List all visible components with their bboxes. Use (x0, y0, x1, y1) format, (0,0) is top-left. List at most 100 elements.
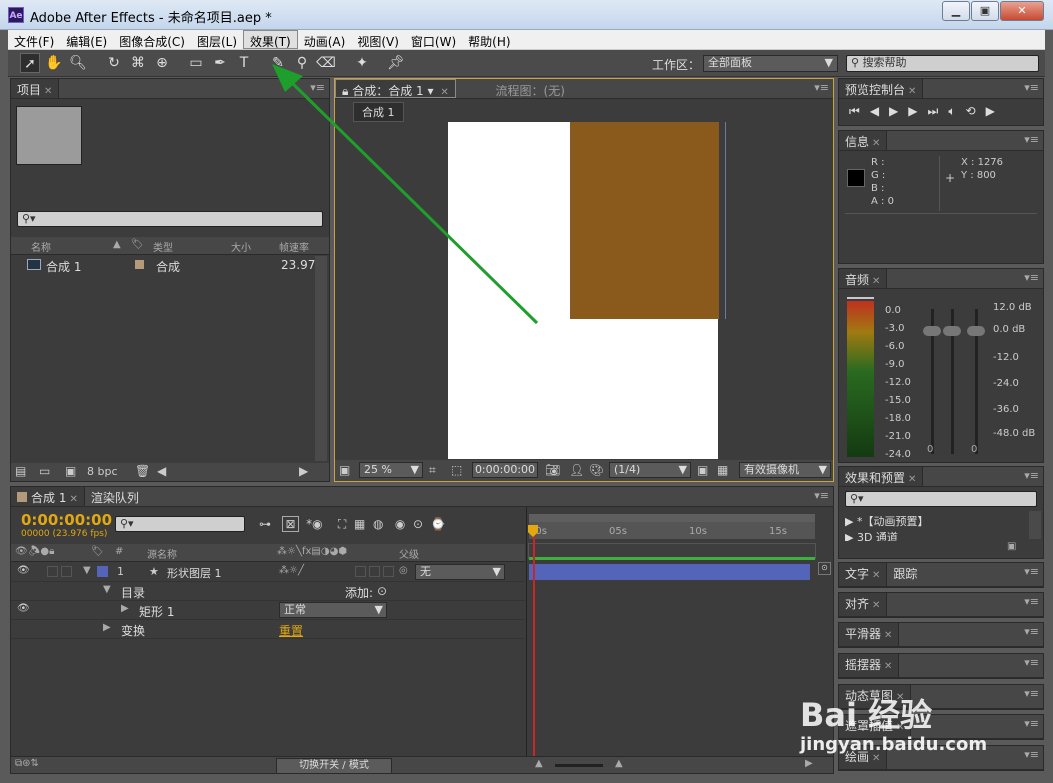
project-search-input[interactable]: ⚲▾ (17, 211, 323, 227)
panel-menu-icon[interactable]: ▾≡ (1024, 271, 1039, 284)
col-size[interactable]: 大小 (231, 239, 251, 254)
zoom-out-icon[interactable]: ▲ (535, 758, 543, 769)
toggle-switches-modes-button[interactable]: 切换开关 / 模式 (276, 758, 392, 774)
menu-layer[interactable]: 图层(L) (191, 31, 243, 50)
add-menu-icon[interactable]: ⊙ (377, 584, 387, 598)
tab-flowchart[interactable]: 流程图：(无) (490, 80, 571, 99)
panel-menu-icon[interactable]: ▾≡ (1024, 687, 1039, 700)
frame-blending-icon[interactable]: ⛶ (338, 517, 346, 531)
panel-menu-icon[interactable]: ▾≡ (1024, 565, 1039, 578)
current-time-indicator[interactable] (533, 527, 535, 773)
lock-toggle[interactable] (61, 566, 72, 577)
close-icon[interactable]: ✕ (872, 138, 880, 149)
project-scrollbar[interactable] (315, 256, 327, 461)
next-frame-icon[interactable]: ▶ (908, 104, 927, 118)
transparency-grid-icon[interactable]: ▦ (717, 463, 728, 477)
new-item-icon[interactable]: ▣ (1007, 541, 1016, 552)
text-tool-icon[interactable]: T (234, 53, 254, 73)
master-slider[interactable] (967, 326, 985, 336)
close-icon[interactable]: ✕ (908, 474, 916, 485)
work-area-bar[interactable] (529, 514, 815, 522)
resolution-select[interactable]: (1/4) ▼ (609, 462, 691, 478)
zoom-in-icon[interactable]: ▲ (615, 758, 623, 769)
menu-animation[interactable]: 动画(A) (298, 31, 352, 50)
close-icon[interactable]: ✕ (440, 87, 448, 98)
play-icon[interactable]: ▶ (889, 104, 908, 118)
last-frame-icon[interactable]: ⏭ (928, 104, 949, 118)
transform-row[interactable]: ▶ 变换 重置 (11, 620, 525, 639)
camera-select[interactable]: 有效摄像机 ▼ (739, 462, 831, 478)
reset-link[interactable]: 重置 (279, 622, 303, 639)
pan-behind-tool-icon[interactable]: ⊕ (152, 53, 172, 73)
layer-label-color[interactable] (97, 566, 108, 577)
rectangle-tool-icon[interactable]: ▭ (186, 53, 206, 73)
menu-help[interactable]: 帮助(H) (462, 31, 516, 50)
first-frame-icon[interactable]: ⏮ (849, 104, 870, 118)
new-composition-icon[interactable]: ▣ (65, 464, 76, 478)
motion-blur-toggle[interactable] (383, 566, 394, 577)
timeline-search-input[interactable]: ⚲▾ (115, 516, 245, 532)
menu-effect[interactable]: 效果(T) (243, 30, 298, 49)
lock-icon[interactable]: 🔒︎ (342, 84, 348, 98)
smoother-tab-label[interactable]: 平滑器 (845, 627, 881, 641)
menu-window[interactable]: 窗口(W) (405, 31, 462, 50)
tab-render-queue[interactable]: 渲染队列 (85, 487, 145, 506)
close-icon[interactable]: ✕ (872, 276, 880, 287)
expand-arrow-icon[interactable]: ▶ (121, 603, 129, 614)
panel-menu-icon[interactable]: ▾≡ (1024, 81, 1039, 94)
stopwatch-icon[interactable]: ⌚ (431, 517, 446, 531)
menu-edit[interactable]: 编辑(E) (60, 31, 113, 50)
visibility-eye-icon[interactable]: 👁︎ (17, 565, 30, 576)
panel-menu-icon[interactable]: ▾≡ (1024, 469, 1039, 482)
timeline-timecode[interactable]: 0:00:00:00 (21, 511, 112, 529)
panel-menu-icon[interactable]: ▾≡ (1024, 625, 1039, 638)
snapshot-icon[interactable]: 📷︎ (545, 463, 560, 477)
rectangle-row[interactable]: 👁︎ ▶ 矩形 1 正常 ▼ (11, 601, 525, 620)
fast-preview-icon[interactable]: ▣ (697, 463, 708, 477)
time-ruler[interactable]: 00s 05s 10s 15s (529, 522, 815, 539)
close-icon[interactable]: ✕ (44, 86, 52, 97)
brainstorm-icon[interactable]: ◍ (373, 517, 383, 531)
adjustment-toggle[interactable] (369, 566, 380, 577)
pen-tool-icon[interactable]: ✒ (210, 53, 230, 73)
effects-item-animation-presets[interactable]: ▶ *【动画预置】 (845, 513, 928, 529)
blend-mode-select[interactable]: 正常 ▼ (279, 602, 387, 618)
project-item-row[interactable]: 合成 1 合成 23.976 (11, 256, 323, 274)
hide-shy-layers-icon[interactable]: *◉ (306, 517, 322, 531)
camera-tool-icon[interactable]: ⌘ (128, 53, 148, 73)
scroll-right-icon[interactable]: ▶ (805, 758, 813, 769)
clone-stamp-tool-icon[interactable]: ⚲ (292, 53, 312, 73)
roto-brush-tool-icon[interactable]: ✦ (352, 53, 372, 73)
tab-composition[interactable]: 🔒︎ 合成：合成 1 ▾ ✕ (335, 79, 456, 98)
source-name-col[interactable]: 源名称 (147, 546, 177, 561)
layer-row[interactable]: 👁︎ ▼ 1 ★ 形状图层 1 ⁂☼╱ ◎ 无 ▼ (11, 563, 525, 582)
tab-project[interactable]: 项目 ✕ (11, 79, 60, 98)
left-channel-slider[interactable] (923, 326, 941, 336)
current-time-field[interactable]: 0:00:00:00 (472, 462, 538, 478)
visibility-eye-icon[interactable]: 👁︎ (17, 603, 30, 614)
parent-col[interactable]: 父级 (399, 546, 419, 561)
tab-timeline-comp[interactable]: 合成 1 ✕ (11, 487, 85, 506)
new-folder-icon[interactable]: ▭ (39, 464, 50, 478)
minimize-button[interactable]: ▁ (942, 1, 970, 21)
prev-frame-icon[interactable]: ◀ (870, 104, 889, 118)
zoom-slider[interactable] (555, 764, 603, 767)
pickwhip-icon[interactable]: ◎ (399, 565, 408, 576)
close-icon[interactable]: ✕ (69, 494, 77, 505)
menu-composition[interactable]: 图像合成(C) (113, 31, 191, 50)
panel-menu-icon[interactable]: ▾≡ (1024, 133, 1039, 146)
workspace-select[interactable]: 全部面板 ▼ (703, 55, 838, 72)
contents-row[interactable]: ▼ 目录 添加: ⊙ (11, 582, 525, 601)
eraser-tool-icon[interactable]: ⌫ (316, 53, 336, 73)
loop-icon[interactable]: ⟲ (966, 104, 986, 118)
panel-menu-icon[interactable]: ▾≡ (1024, 717, 1039, 730)
puppet-pin-tool-icon[interactable]: 📌︎ (386, 53, 406, 73)
show-snapshot-icon[interactable]: 👤︎ (569, 463, 584, 477)
layer-duration-bar[interactable] (529, 564, 810, 580)
character-tab-label[interactable]: 文字 (845, 567, 869, 581)
search-help-input[interactable]: ⚲ 搜索帮助 (846, 55, 1039, 72)
ram-preview-icon[interactable]: ▶ (986, 104, 1005, 118)
menu-view[interactable]: 视图(V) (351, 31, 405, 50)
interpret-footage-icon[interactable]: ▤ (15, 464, 26, 478)
mask-icon[interactable]: ⬚ (451, 463, 462, 477)
